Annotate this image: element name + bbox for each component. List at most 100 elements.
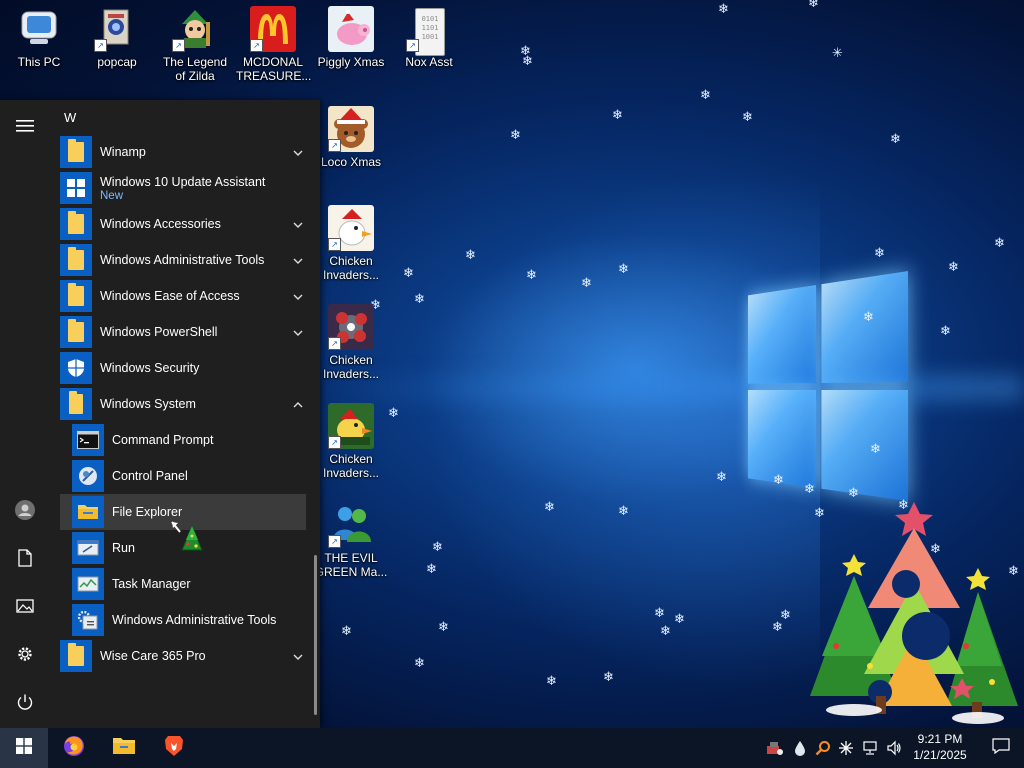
folder-open-icon — [60, 388, 92, 420]
file-explorer-icon — [72, 496, 104, 528]
clock-date: 1/21/2025 — [904, 747, 976, 763]
popcap-icon: ↗ — [94, 6, 140, 52]
chevron-down-icon[interactable] — [292, 146, 304, 158]
desktop-icon-legend-of-zilda[interactable]: ↗ The Legend of Zilda — [158, 6, 232, 83]
start-button[interactable] — [0, 728, 48, 768]
folder-icon — [60, 640, 92, 672]
start-menu-rail — [0, 100, 50, 728]
app-windows-powershell[interactable]: Windows PowerShell — [60, 314, 306, 350]
chevron-down-icon[interactable] — [292, 650, 304, 662]
binary-file-icon: 0101 1101 1001 ↗ — [406, 6, 452, 52]
taskbar: 9:21 PM 1/21/2025 — [0, 728, 1024, 768]
chevron-up-icon[interactable] — [292, 398, 304, 410]
folder-icon — [60, 280, 92, 312]
chicken-game-icon: ↗ — [328, 403, 374, 449]
desktop-icon-chicken-invaders-3[interactable]: ↗ Chicken Invaders... — [314, 403, 388, 480]
chevron-down-icon[interactable] — [292, 254, 304, 266]
action-center-button[interactable] — [978, 728, 1024, 768]
shortcut-arrow-icon: ↗ — [328, 238, 341, 251]
zilda-game-icon: ↗ — [172, 6, 218, 52]
chicken-game-icon: ↗ — [328, 205, 374, 251]
desktop-icon-piggly-xmas[interactable]: Piggly Xmas — [314, 6, 388, 69]
app-name: Windows 10 Update Assistant — [100, 175, 265, 189]
user-account-button[interactable] — [0, 490, 50, 534]
app-windows-10-update-assistant[interactable]: Windows 10 Update Assistant New — [60, 170, 306, 206]
group-letter-header[interactable]: W — [64, 110, 76, 125]
picture-icon — [16, 599, 34, 618]
gear-icon — [16, 645, 34, 668]
shortcut-arrow-icon: ↗ — [328, 535, 341, 548]
app-windows-administrative-tools[interactable]: Windows Administrative Tools — [60, 602, 306, 638]
desktop-icon-mcdonal-treasure[interactable]: ↗ MCDONAL TREASURE... — [236, 6, 310, 83]
bear-game-icon: ↗ — [328, 106, 374, 152]
app-windows-accessories[interactable]: Windows Accessories — [60, 206, 306, 242]
run-icon — [72, 532, 104, 564]
settings-button[interactable] — [0, 634, 50, 678]
taskbar-file-explorer[interactable] — [102, 728, 146, 768]
taskbar-firefox[interactable] — [52, 728, 96, 768]
shortcut-arrow-icon: ↗ — [172, 39, 185, 52]
shortcut-arrow-icon: ↗ — [250, 39, 263, 52]
app-windows-administrative-tools-folder[interactable]: Windows Administrative Tools — [60, 242, 306, 278]
app-windows-system[interactable]: Windows System — [60, 386, 306, 422]
desktop-icon-this-pc[interactable]: This PC — [2, 6, 76, 69]
expand-menu-button[interactable] — [0, 106, 50, 150]
app-windows-security[interactable]: Windows Security — [60, 350, 306, 386]
folder-icon — [112, 736, 136, 761]
taskbar-clock[interactable]: 9:21 PM 1/21/2025 — [904, 731, 976, 763]
search-magnifier-icon[interactable] — [815, 740, 831, 756]
desktop-icon-loco-xmas[interactable]: ↗ Loco Xmas — [314, 106, 388, 169]
chevron-down-icon[interactable] — [292, 290, 304, 302]
windows-logo-icon — [60, 172, 92, 204]
documents-button[interactable] — [0, 538, 50, 582]
desktop-icon-popcap[interactable]: ↗ popcap — [80, 6, 154, 69]
people-game-icon: ↗ — [328, 502, 374, 548]
app-control-panel[interactable]: Control Panel — [60, 458, 306, 494]
shield-icon — [60, 352, 92, 384]
snowflake-icon[interactable] — [838, 740, 854, 756]
app-wise-care-365-pro[interactable]: Wise Care 365 Pro — [60, 638, 306, 674]
clock-time: 9:21 PM — [904, 731, 976, 747]
folder-icon — [60, 316, 92, 348]
control-panel-icon — [72, 460, 104, 492]
firefox-icon — [62, 734, 86, 763]
desktop-icon-chicken-invaders-1[interactable]: ↗ Chicken Invaders... — [314, 205, 388, 282]
power-button[interactable] — [0, 682, 50, 726]
chevron-down-icon[interactable] — [292, 218, 304, 230]
app-winamp[interactable]: Winamp — [60, 134, 306, 170]
app-task-manager[interactable]: Task Manager — [60, 566, 306, 602]
wallpaper-light-beam — [320, 375, 1024, 401]
folder-icon — [60, 208, 92, 240]
chicken-game-icon: ↗ — [328, 304, 374, 350]
app-list-scrollbar[interactable] — [314, 555, 317, 715]
folder-icon — [60, 244, 92, 276]
christmas-tree-decoration — [806, 496, 1022, 728]
app-list: W Winamp Windows 10 Update Assistant New… — [50, 100, 320, 728]
admin-tools-icon — [72, 604, 104, 636]
desktop-icon-chicken-invaders-2[interactable]: ↗ Chicken Invaders... — [314, 304, 388, 381]
app-command-prompt[interactable]: Command Prompt — [60, 422, 306, 458]
windows-logo-icon — [16, 738, 32, 759]
desktop-icon-nox-asst[interactable]: 0101 1101 1001 ↗ Nox Asst — [392, 6, 466, 69]
droplet-icon[interactable] — [792, 740, 808, 756]
shortcut-arrow-icon: ↗ — [94, 39, 107, 52]
power-icon — [16, 693, 34, 716]
pictures-button[interactable] — [0, 586, 50, 630]
computer-icon — [16, 6, 62, 52]
mouse-cursor-icon — [170, 520, 204, 554]
mcdonalds-icon: ↗ — [250, 6, 296, 52]
tray-app-icon[interactable] — [765, 740, 785, 756]
chevron-down-icon[interactable] — [292, 326, 304, 338]
network-icon[interactable] — [862, 740, 878, 756]
desktop-icon-evil-green-ma[interactable]: ↗ THE EVIL GREEN Ma... — [314, 502, 388, 579]
shortcut-arrow-icon: ↗ — [406, 39, 419, 52]
user-avatar-icon — [14, 499, 36, 526]
volume-icon[interactable] — [886, 740, 902, 756]
document-icon — [18, 549, 32, 572]
pig-game-icon — [328, 6, 374, 52]
taskbar-brave[interactable] — [152, 728, 196, 768]
folder-icon — [60, 136, 92, 168]
notification-icon — [992, 738, 1010, 759]
app-windows-ease-of-access[interactable]: Windows Ease of Access — [60, 278, 306, 314]
command-prompt-icon — [72, 424, 104, 456]
